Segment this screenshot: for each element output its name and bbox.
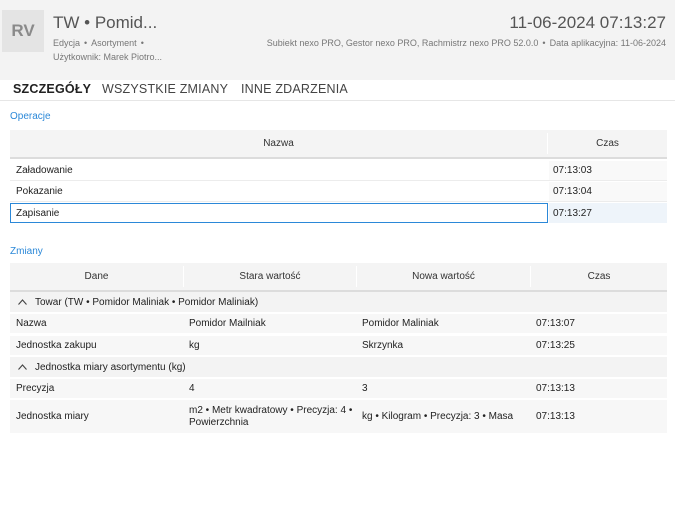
tab-bar: SZCZEGÓŁY WSZYSTKIE ZMIANY INNE ZDARZENI…: [0, 80, 675, 101]
change-old-value: m2 • Metr kwadratowy • Precyzja: 4 • Pow…: [189, 404, 353, 428]
changes-table-header: Dane Stara wartość Nowa wartość Czas: [10, 263, 667, 292]
change-new-value: Pomidor Maliniak: [362, 318, 439, 329]
operations-row[interactable]: Załadowanie 07:13:03: [10, 161, 667, 180]
group-row-product[interactable]: Towar (TW • Pomidor Maliniak • Pomidor M…: [10, 292, 667, 312]
operation-name: Pokazanie: [16, 186, 63, 197]
operation-time: 07:13:04: [549, 182, 667, 201]
tab-all-changes[interactable]: WSZYSTKIE ZMIANY: [102, 82, 228, 96]
change-time: 07:13:25: [536, 340, 575, 351]
group-title: Jednostka miary asortymentu (kg): [35, 361, 186, 373]
operation-name: Załadowanie: [16, 165, 73, 176]
changes-row[interactable]: Jednostka miary m2 • Metr kwadratowy • P…: [10, 400, 667, 433]
meta-item-edition: Edycja: [53, 38, 81, 48]
group-title: Towar (TW • Pomidor Maliniak • Pomidor M…: [35, 296, 259, 308]
document-header: RV TW • Pomid... 11-06-2024 07:13:27 Edy…: [0, 0, 675, 80]
meta-separator: •: [84, 38, 88, 48]
header-timestamp: 11-06-2024 07:13:27: [509, 13, 666, 32]
operation-time: 07:13:27: [549, 203, 667, 223]
operations-row-selected[interactable]: Zapisanie 07:13:27: [10, 203, 667, 223]
change-field: Jednostka miary: [16, 411, 89, 422]
change-time: 07:13:13: [536, 411, 575, 422]
group-row-unit[interactable]: Jednostka miary asortymentu (kg): [10, 357, 667, 377]
change-old-value: kg: [189, 340, 200, 351]
column-header-data[interactable]: Dane: [10, 263, 183, 290]
operation-name: Zapisanie: [10, 203, 548, 223]
row-divider: [10, 201, 667, 202]
column-header-name[interactable]: Nazwa: [10, 130, 547, 157]
meta-breadcrumb: Edycja • Asortyment •: [53, 38, 148, 48]
tab-details[interactable]: SZCZEGÓŁY: [13, 82, 91, 96]
user-label: Użytkownik: Marek Piotro...: [53, 52, 163, 62]
page-title: TW • Pomid...: [53, 13, 158, 32]
change-field: Jednostka zakupu: [16, 340, 97, 351]
operation-time: 07:13:03: [549, 161, 667, 180]
row-divider: [10, 180, 667, 181]
meta-item-assortment: Asortyment: [91, 38, 137, 48]
operations-table-header: Nazwa Czas: [10, 130, 667, 159]
column-header-new-value[interactable]: Nowa wartość: [357, 263, 530, 290]
change-time: 07:13:07: [536, 318, 575, 329]
meta-separator: •: [140, 38, 144, 48]
operations-row[interactable]: Pokazanie 07:13:04: [10, 182, 667, 201]
app-info: Subiekt nexo PRO, Gestor nexo PRO, Rachm…: [267, 38, 666, 48]
tab-other-events[interactable]: INNE ZDARZENIA: [241, 82, 348, 96]
operations-section-title: Operacje: [10, 111, 51, 122]
change-new-value: Skrzynka: [362, 340, 404, 351]
app-version-info: Subiekt nexo PRO, Gestor nexo PRO, Rachm…: [266, 38, 539, 48]
chevron-up-icon[interactable]: [18, 297, 27, 308]
column-header-old-value[interactable]: Stara wartość: [184, 263, 356, 290]
info-separator: •: [542, 38, 546, 48]
change-old-value: 4: [189, 383, 195, 394]
chevron-up-icon[interactable]: [18, 362, 27, 373]
change-old-value: Pomidor Mailniak: [189, 318, 266, 329]
change-new-value: kg • Kilogram • Precyzja: 3 • Masa: [362, 411, 514, 422]
changes-row[interactable]: Jednostka zakupu kg Skrzynka 07:13:25: [10, 336, 667, 355]
module-badge: RV: [2, 10, 44, 52]
column-header-time[interactable]: Czas: [548, 130, 667, 157]
change-time: 07:13:13: [536, 383, 575, 394]
app-date-info: Data aplikacyjna: 11-06-2024: [549, 38, 666, 48]
changes-section-title: Zmiany: [10, 246, 43, 257]
change-field: Nazwa: [16, 318, 47, 329]
changes-row[interactable]: Precyzja 4 3 07:13:13: [10, 379, 667, 398]
change-new-value: 3: [362, 383, 368, 394]
changes-row[interactable]: Nazwa Pomidor Mailniak Pomidor Maliniak …: [10, 314, 667, 333]
column-header-time[interactable]: Czas: [531, 263, 667, 290]
change-field: Precyzja: [16, 383, 55, 394]
